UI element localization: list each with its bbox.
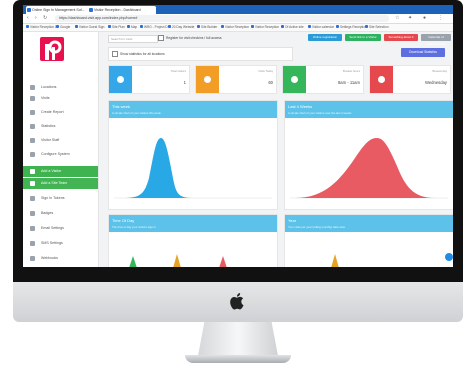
bookmark-item[interactable]: Visitor Reception [221, 24, 249, 31]
location-filter[interactable]: Show statistics for all locations [108, 47, 293, 61]
user-icon [109, 66, 132, 93]
browser-tab[interactable]: Online Sign In Management Sof... [26, 6, 92, 14]
panel-time-of-day: Time Of Day The time of day your visitor… [108, 214, 278, 267]
sidebar: Locations Visits Create Report Statistic… [23, 32, 99, 267]
sidebar-item-webhooks[interactable]: Webhooks [23, 253, 98, 264]
bookmark-item[interactable]: Visitor calendar [308, 24, 334, 31]
menu-icon[interactable]: ⋮ [438, 14, 443, 23]
bookmark-item[interactable]: Site Builder [197, 24, 217, 31]
checkbox-icon [112, 51, 118, 58]
panel-header: Last 4 Weeks A simple chart of your visi… [285, 101, 453, 118]
imac-mockup: Online Sign In Management Sof... Visitor… [13, 0, 463, 372]
imac-stand [198, 322, 278, 356]
panel-header: This week A simple chart of your visitor… [109, 101, 277, 118]
apple-logo-icon [230, 293, 244, 310]
bookmark-item[interactable]: Site Plan [108, 24, 125, 31]
add-site-icon [30, 181, 35, 186]
week-area-chart [114, 138, 272, 199]
gear-icon [30, 152, 35, 157]
sidebar-item-add-visitor[interactable]: Add a Visitor [23, 166, 98, 177]
sidebar-item-tokens[interactable]: Sign In Tokens [23, 193, 98, 204]
year-chart [331, 254, 339, 267]
bookmark-item[interactable]: Settings Receptio [336, 24, 365, 31]
sidebar-item-statistics[interactable]: Statistics [23, 121, 98, 132]
browser-tab-bar: Online Sign In Management Sof... Visitor… [23, 5, 453, 14]
panel-year: Year Your visits per year (rolling month… [284, 214, 453, 267]
main-content: Search for visits Register for visit che… [100, 32, 453, 267]
time-of-day-chart [129, 254, 227, 267]
four-weeks-area-chart [290, 138, 448, 199]
clock-icon [283, 66, 306, 93]
report-icon [30, 110, 35, 115]
forward-icon[interactable]: › [35, 14, 37, 23]
red-action-button[interactable]: Something about it [384, 34, 418, 41]
reload-icon[interactable]: ↻ [43, 14, 47, 23]
new-tab-button[interactable]: + [153, 5, 157, 14]
stat-card-total: Total visitors 1 [108, 65, 190, 94]
back-icon[interactable]: ‹ [27, 14, 29, 23]
register-checkbox[interactable]: Register for visit checkins / full acces… [158, 35, 222, 42]
bookmark-item[interactable]: Of Active site [281, 24, 304, 31]
screen-bezel: Online Sign In Management Sof... Visitor… [13, 0, 463, 282]
panel-this-week: This week A simple chart of your visitor… [108, 100, 278, 210]
extensions-icon[interactable]: ✦ [408, 14, 412, 23]
bookmark-item[interactable]: Site Selection [365, 24, 389, 31]
bookmark-item[interactable]: Visitor Guest Sign [75, 24, 104, 31]
stat-card-busiest-hours: Busiest hours 8am - 11am [282, 65, 364, 94]
online-registration-button[interactable]: Online registration [308, 34, 342, 41]
checkbox-icon [158, 35, 164, 42]
sidebar-item-add-site[interactable]: Add a Site Team [23, 178, 98, 189]
sidebar-item-badges[interactable]: Badges [23, 208, 98, 219]
sidebar-item-staff[interactable]: Visitor Staff [23, 135, 98, 146]
staff-icon [30, 138, 35, 143]
browser-tab-active[interactable]: Visitor Reception - Dashboard [88, 6, 156, 14]
calendar-button[interactable]: Calendar of Appointments [421, 34, 451, 46]
sidebar-item-email[interactable]: Email Settings [23, 223, 98, 234]
send-link-button[interactable]: Send link to a Visitor [345, 34, 381, 41]
search-input[interactable]: Search for visits [108, 35, 158, 43]
panel-header: Year Your visits per year (rolling month… [285, 215, 453, 232]
sidebar-item-sms[interactable]: SMS Settings [23, 238, 98, 249]
visitors-icon [196, 66, 219, 93]
bookmark-item[interactable]: Map [127, 24, 137, 31]
stat-card-busiest-day: Busiest day Wednesday [369, 65, 451, 94]
sidebar-item-locations[interactable]: Locations [23, 82, 98, 93]
bookmark-item[interactable]: Visitor Reception [251, 24, 279, 31]
address-bar-row: ‹ › ↻ https://dashboard.visit.app.com/in… [23, 14, 453, 24]
sidebar-item-report[interactable]: Create Report [23, 107, 98, 118]
tab-favicon-icon [27, 8, 31, 12]
help-chat-button[interactable] [445, 253, 453, 261]
sidebar-item-visits[interactable]: Visits [23, 93, 98, 104]
panel-last-4-weeks: Last 4 Weeks A simple chart of your visi… [284, 100, 453, 210]
sms-icon [30, 241, 35, 246]
bookmarks-bar: Visitor Reception 1 Google Visitor Guest… [23, 24, 453, 32]
webhook-icon [30, 256, 35, 261]
star-icon[interactable]: ☆ [395, 14, 399, 23]
bookmark-item[interactable]: WRG - Project D [140, 24, 168, 31]
location-icon [30, 85, 35, 90]
profile-icon[interactable]: ● [423, 14, 426, 23]
panel-header: Time Of Day The time of day your visitor… [109, 215, 277, 232]
bookmark-item[interactable]: 20 Day Website [168, 24, 194, 31]
imac-stand-base [185, 355, 291, 363]
bookmark-item[interactable]: Visitor Reception 1 [26, 24, 57, 31]
tab-label: Online Sign In Management Sof... [32, 8, 85, 12]
email-icon [30, 226, 35, 231]
badge-icon [30, 211, 35, 216]
bookmark-item[interactable]: Google [56, 24, 70, 31]
screen: Online Sign In Management Sof... Visitor… [23, 5, 453, 267]
stat-card-today: Visits Today 60 [195, 65, 277, 94]
tab-label: Visitor Reception - Dashboard [94, 8, 141, 12]
token-icon [30, 196, 35, 201]
chart-icon [30, 124, 35, 129]
tab-favicon-icon [89, 8, 93, 12]
visits-icon [30, 96, 35, 101]
calendar-icon [370, 66, 393, 93]
url-field[interactable]: https://dashboard.visit.app.com/index.ph… [55, 15, 389, 22]
add-user-icon [30, 169, 35, 174]
download-statistics-button[interactable]: Download Statistics [401, 48, 445, 57]
app-logo [40, 37, 64, 61]
sidebar-item-configure[interactable]: Configure System [23, 149, 98, 160]
